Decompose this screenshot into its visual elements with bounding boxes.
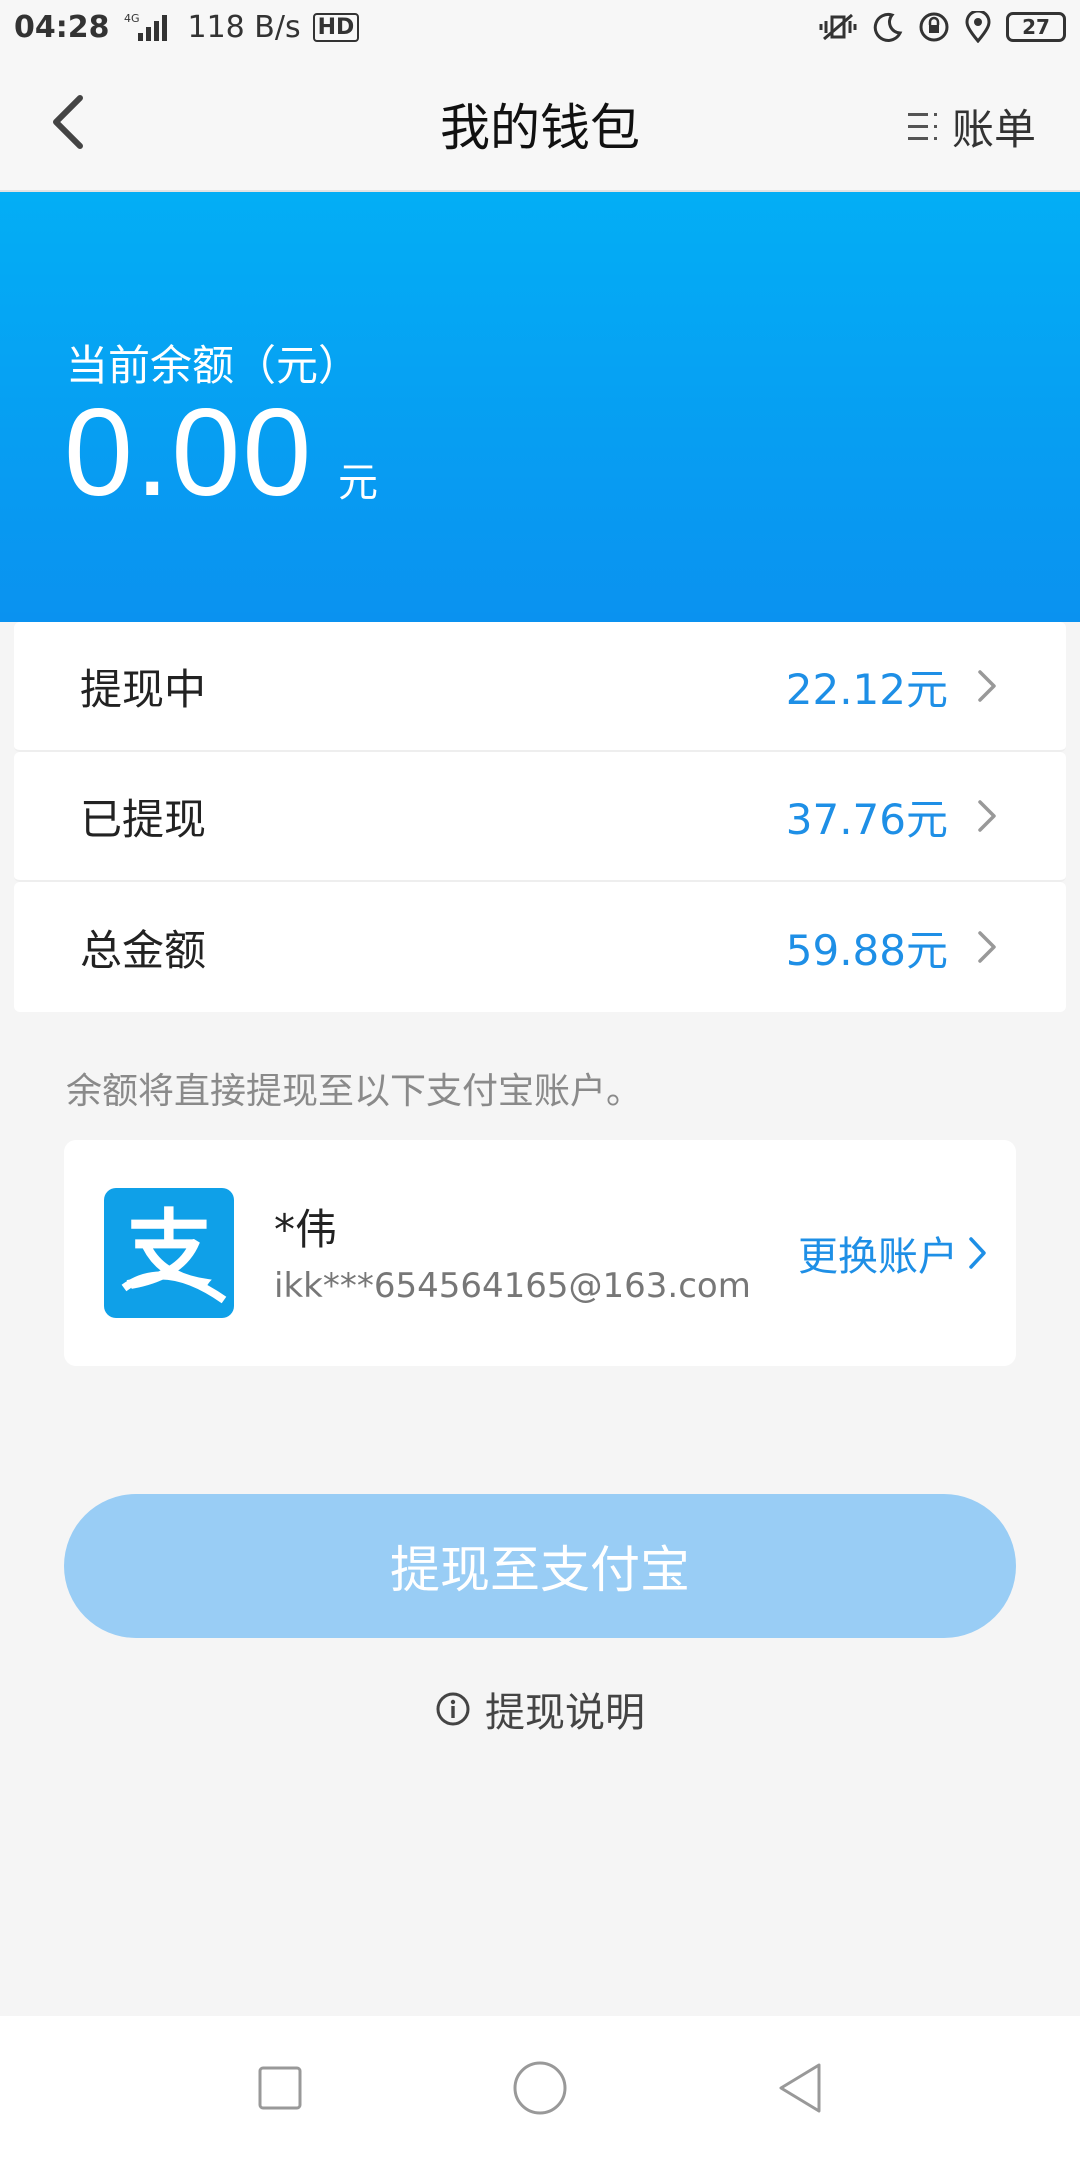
wallet-summary-list: 提现中 22.12元 已提现 37.76元 总金额 59.88元 [14,622,1066,1012]
moon-icon [872,11,904,43]
bill-label: 账单 [951,105,1036,154]
info-icon [436,1692,470,1726]
row-value: 59.88元 [785,925,948,975]
bill-button[interactable]: 账单 [906,96,1036,157]
circle-icon [513,2061,567,2115]
list-icon [907,112,937,140]
network-speed: 118 B/s [187,9,301,45]
back-nav-button[interactable] [760,2048,840,2128]
row-withdrawing[interactable]: 提现中 22.12元 [14,622,1066,752]
hd-icon: HD [312,12,360,42]
withdraw-note: 余额将直接提现至以下支付宝账户。 [66,1071,643,1112]
change-account-button[interactable]: 更换账户 [798,1224,988,1282]
system-nav-bar [0,2016,1080,2160]
alipay-account-card: 支 *伟 ikk***654564165@163.com 更换账户 [64,1140,1016,1366]
row-label: 提现中 [80,664,207,714]
balance-unit: 元 [338,460,378,506]
svg-text:4G: 4G [124,12,140,25]
withdraw-to-alipay-button[interactable]: 提现至支付宝 [64,1494,1016,1638]
row-label: 已提现 [80,794,207,844]
signal-icon: 4G [122,11,176,43]
change-account-label: 更换账户 [798,1234,958,1280]
app-header: 我的钱包 账单 [0,54,1080,192]
row-withdrawn[interactable]: 已提现 37.76元 [14,752,1066,882]
home-button[interactable] [500,2048,580,2128]
alipay-logo-icon: 支 [104,1188,234,1318]
battery-icon: 27 [1006,12,1066,42]
explain-label: 提现说明 [485,1690,645,1736]
triangle-back-icon [779,2063,821,2113]
account-name: *伟 [274,1205,338,1254]
row-value: 37.76元 [785,794,948,844]
lock-rotation-icon [918,11,950,43]
recents-button[interactable] [240,2048,320,2128]
withdraw-explain-link[interactable]: 提现说明 [0,1680,1080,1738]
status-bar: 04:28 4G 118 B/s HD 27 [0,0,1080,54]
location-icon [964,11,992,43]
vibrate-icon [818,11,858,43]
account-email: ikk***654564165@163.com [274,1266,751,1306]
row-total[interactable]: 总金额 59.88元 [14,882,1066,1012]
chevron-right-icon [976,929,998,965]
chevron-right-icon [976,798,998,834]
chevron-right-icon [976,668,998,704]
status-time: 04:28 [14,9,110,45]
balance-banner: 当前余额（元） 0.00 元 [0,192,1080,622]
balance-value: 0.00 [64,384,314,522]
chevron-right-icon [969,1237,986,1269]
row-label: 总金额 [80,925,207,975]
row-value: 22.12元 [785,664,948,714]
square-icon [258,2066,302,2110]
